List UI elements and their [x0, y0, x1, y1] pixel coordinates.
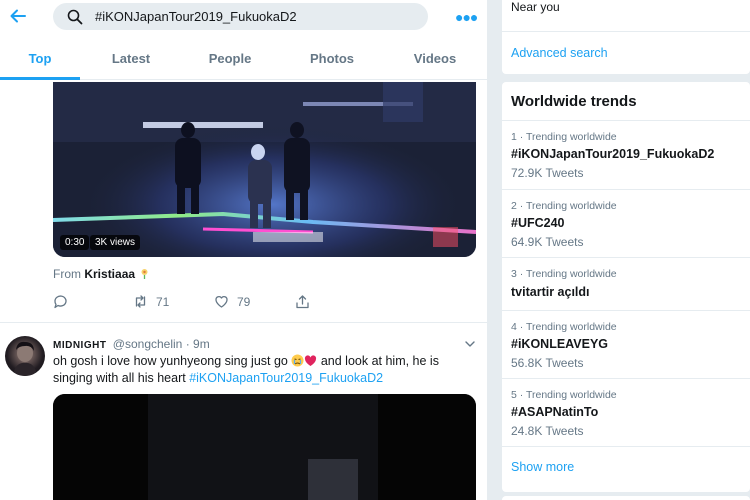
card-divider	[502, 31, 750, 32]
tab-photos[interactable]: Photos	[292, 46, 372, 80]
dark-video-frame	[53, 394, 476, 500]
tab-top[interactable]: Top	[0, 46, 80, 80]
trend-name: #iKONJapanTour2019_FukuokaD2	[511, 147, 715, 161]
trend-divider	[502, 446, 750, 447]
retweet-button[interactable]: 71	[133, 294, 169, 309]
trend-meta: 1 · Trending worldwide	[511, 131, 617, 143]
tweet-text-part1: oh gosh i love how yunhyeong sing just g…	[53, 354, 292, 368]
author-handle[interactable]: @songchelin	[113, 337, 183, 351]
search-input[interactable]: #iKONJapanTour2019_FukuokaD2	[53, 3, 428, 30]
avatar-image	[13, 341, 37, 376]
trend-name: #iKONLEAVEYG	[511, 337, 609, 351]
trend-tweet-count: 64.9K Tweets	[511, 235, 584, 249]
header-separator: ·	[185, 337, 190, 351]
heart-icon	[215, 296, 228, 308]
trends-title: Worldwide trends	[511, 93, 637, 110]
trends-card: Worldwide trends 1 · Trending worldwide …	[502, 82, 750, 492]
reply-button[interactable]	[53, 294, 76, 309]
trend-item[interactable]: 2 · Trending worldwide #UFC240 64.9K Twe…	[502, 189, 750, 257]
search-header: #iKONJapanTour2019_FukuokaD2 ●●●	[0, 0, 487, 34]
tweet-author-header: MIDNIGHT @songchelin · 9m	[53, 337, 210, 351]
like-button[interactable]: 79	[214, 294, 250, 309]
retweet-icon	[135, 295, 146, 308]
trend-name: tvitartir açıldı	[511, 285, 590, 299]
tab-latest[interactable]: Latest	[91, 46, 171, 80]
trend-item[interactable]: 5 · Trending worldwide #ASAPNatinTo 24.8…	[502, 378, 750, 446]
tab-people[interactable]: People	[190, 46, 270, 80]
retweet-count: 71	[156, 294, 170, 309]
video-views-badge: 3K views	[90, 235, 141, 250]
trend-item[interactable]: 1 · Trending worldwide #iKONJapanTour201…	[502, 120, 750, 189]
like-count: 79	[237, 294, 251, 309]
trend-tweet-count: 56.8K Tweets	[511, 356, 584, 370]
search-tabs: Top Latest People Photos Videos	[0, 46, 487, 80]
trend-item[interactable]: 4 · Trending worldwide #iKONLEAVEYG 56.8…	[502, 310, 750, 378]
trend-meta: 2 · Trending worldwide	[511, 200, 617, 212]
share-button[interactable]	[295, 294, 318, 309]
hashtag-link[interactable]: #iKONJapanTour2019_FukuokaD2	[189, 371, 383, 385]
video-duration-badge: 0:30	[60, 235, 90, 250]
red-heart-emoji-icon	[305, 355, 317, 366]
flower-emoji-icon	[141, 269, 148, 279]
show-more-link[interactable]: Show more	[511, 460, 574, 474]
tweet-divider	[0, 322, 487, 323]
search-results-page: #iKONJapanTour2019_FukuokaD2 ●●● Top Lat…	[0, 0, 750, 500]
back-arrow-icon[interactable]	[8, 6, 28, 26]
near-you-option[interactable]: Near you	[511, 0, 560, 14]
video-source-attribution: From Kristiaaa	[53, 267, 151, 281]
share-icon	[296, 295, 309, 309]
trend-meta: 3 · Trending worldwide	[511, 268, 617, 280]
search-query-text: #iKONJapanTour2019_FukuokaD2	[95, 9, 297, 24]
tweet-timestamp[interactable]: 9m	[193, 337, 210, 351]
chevron-down-icon[interactable]	[464, 338, 476, 350]
from-prefix: From	[53, 267, 85, 281]
trend-tweet-count: 72.9K Tweets	[511, 166, 584, 180]
source-user-link[interactable]: Kristiaaa	[84, 267, 135, 281]
next-card-edge	[502, 496, 750, 500]
author-display-name[interactable]: MIDNIGHT	[53, 340, 106, 351]
concert-video-frame	[53, 82, 476, 257]
tweet-text: oh gosh i love how yunhyeong sing just g…	[53, 353, 478, 387]
trend-meta: 4 · Trending worldwide	[511, 321, 617, 333]
trend-name: #ASAPNatinTo	[511, 405, 599, 419]
main-column: #iKONJapanTour2019_FukuokaD2 ●●● Top Lat…	[0, 0, 488, 500]
trend-item[interactable]: 3 · Trending worldwide tvitartir açıldı	[502, 257, 750, 310]
advanced-search-link[interactable]: Advanced search	[511, 46, 608, 60]
reply-icon	[54, 295, 67, 309]
avatar[interactable]	[5, 336, 45, 376]
tweet-video-player[interactable]	[53, 394, 476, 500]
trend-name: #UFC240	[511, 216, 565, 230]
tab-videos[interactable]: Videos	[395, 46, 475, 80]
trend-meta: 5 · Trending worldwide	[511, 389, 617, 401]
trend-tweet-count: 24.8K Tweets	[511, 424, 584, 438]
crying-face-emoji-icon	[291, 354, 304, 367]
more-options-icon[interactable]: ●●●	[455, 9, 478, 25]
tweet-video-player[interactable]: 0:30 3K views	[53, 82, 476, 257]
search-icon	[67, 9, 83, 25]
search-filters-card: Near you Advanced search	[502, 0, 750, 74]
